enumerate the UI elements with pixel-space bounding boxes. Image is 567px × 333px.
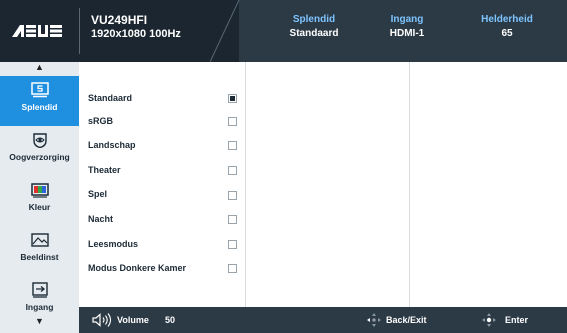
splendid-icon <box>30 82 49 98</box>
color-icon <box>30 183 49 198</box>
sidebar-item-label: Ingang <box>25 302 54 312</box>
sidebar-item-label: Splendid <box>21 102 58 112</box>
osd-header: VU249HFI 1920x1080 100Hz Splendid Standa… <box>0 0 567 62</box>
status-key: Splendid <box>292 14 336 25</box>
menu-option-landschap[interactable]: Landschap <box>88 138 136 152</box>
radio-theater[interactable] <box>228 166 237 175</box>
radio-leesmodus[interactable] <box>228 240 237 249</box>
logo-area <box>0 0 79 62</box>
radio-nacht[interactable] <box>228 215 237 224</box>
radio-landschap[interactable] <box>228 141 237 150</box>
menu-option-modus-donkere-kamer[interactable]: Modus Donkere Kamer <box>88 261 186 275</box>
enter-label: Enter <box>505 315 529 325</box>
menu-option-srgb[interactable]: sRGB <box>88 114 113 128</box>
joystick-back-icon <box>367 313 381 327</box>
scroll-up-icon[interactable]: ▲ <box>0 62 79 72</box>
model-name: VU249HFI <box>91 13 148 27</box>
input-icon <box>31 282 48 298</box>
sidebar-item-kleur[interactable]: Kleur <box>0 176 79 226</box>
back-exit-label: Back/Exit <box>386 315 427 325</box>
eye-icon <box>32 133 47 148</box>
menu-option-standaard[interactable]: Standaard <box>88 91 132 105</box>
status-splendid: Splendid Standaard <box>269 14 359 40</box>
sidebar-item-label: Oogverzorging <box>9 152 70 162</box>
menu-option-leesmodus[interactable]: Leesmodus <box>88 237 138 251</box>
image-icon <box>30 233 49 247</box>
status-value: Standaard <box>289 28 339 39</box>
scroll-down-icon[interactable]: ▼ <box>0 316 79 326</box>
sidebar-item-oogverzorging[interactable]: Oogverzorging <box>0 126 79 176</box>
menu-option-spel[interactable]: Spel <box>88 187 107 201</box>
radio-srgb[interactable] <box>228 117 237 126</box>
status-value: 65 <box>501 28 513 39</box>
column-divider <box>409 62 410 307</box>
radio-spel[interactable] <box>228 191 237 200</box>
radio-standaard[interactable] <box>228 94 237 103</box>
status-value: HDMI-1 <box>389 28 425 39</box>
status-helderheid: Helderheid 65 <box>462 14 552 40</box>
sidebar-item-label: Kleur <box>28 202 51 212</box>
sidebar-item-beeldinst[interactable]: Beeldinst <box>0 226 79 276</box>
volume-icon <box>92 313 112 327</box>
menu-option-nacht[interactable]: Nacht <box>88 212 113 226</box>
status-key: Ingang <box>390 14 424 25</box>
asus-logo <box>11 25 62 37</box>
status-ingang: Ingang HDMI-1 <box>362 14 452 40</box>
column-divider <box>245 62 246 307</box>
menu-option-theater[interactable]: Theater <box>88 163 121 177</box>
status-key: Helderheid <box>481 14 533 25</box>
resolution-text: 1920x1080 100Hz <box>91 28 181 40</box>
header-divider <box>79 8 80 54</box>
header-diagonal <box>210 0 240 62</box>
sidebar-item-label: Beeldinst <box>20 252 59 262</box>
osd-footer: Volume 50 Back/Exit Enter <box>79 307 567 333</box>
sidebar: ▲ Splendid Oogverzorging Kleur Beeldinst… <box>0 62 79 333</box>
volume-label: Volume <box>117 315 149 325</box>
joystick-enter-icon <box>482 313 496 327</box>
sidebar-item-splendid[interactable]: Splendid <box>0 76 79 126</box>
volume-value: 50 <box>165 315 176 325</box>
radio-modus-donkere-kamer[interactable] <box>228 264 237 273</box>
